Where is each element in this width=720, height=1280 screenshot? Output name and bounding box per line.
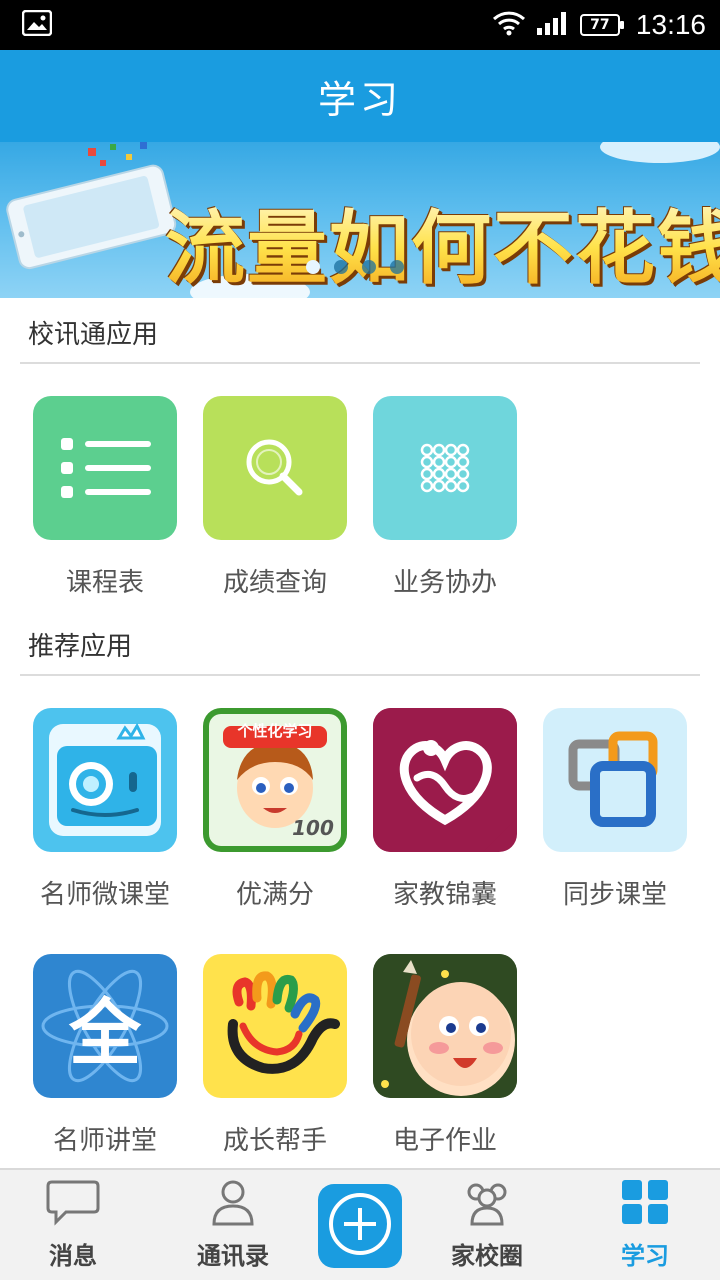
heart-logo-icon (373, 708, 517, 852)
tab-contacts[interactable]: 通讯录 (168, 1178, 298, 1278)
chat-bubble-icon (46, 1178, 100, 1230)
banner-dot[interactable] (306, 260, 320, 274)
promo-banner[interactable]: 流量如何不花钱 (0, 142, 720, 298)
app-label: 家教锦囊 (392, 880, 497, 910)
plus-circle-icon (327, 1191, 393, 1261)
app-famous-teacher-lecture[interactable]: 全 名师讲堂 (20, 954, 190, 1157)
app-label: 优满分 (235, 880, 314, 910)
four-squares-icon (618, 1178, 672, 1230)
app-sync-classroom[interactable]: 同步课堂 (530, 708, 700, 911)
app-label: 业务协办 (392, 568, 497, 598)
group-people-icon (460, 1178, 514, 1230)
app-badge-number: 100 (292, 816, 334, 840)
app-famous-teacher-micro-class[interactable]: 名师微课堂 (20, 708, 190, 911)
tab-messages[interactable]: 消息 (8, 1178, 138, 1278)
overlapping-squares-icon (543, 708, 687, 852)
banner-dot[interactable] (390, 260, 404, 274)
app-schedule[interactable]: 课程表 (20, 396, 190, 599)
app-badge-text: 个性化学习 (237, 721, 313, 740)
banner-pagination (306, 260, 404, 274)
app-label: 成长帮手 (222, 1126, 327, 1156)
status-time: 13:16 (635, 9, 706, 40)
magnifier-icon (203, 396, 347, 540)
contact-person-icon (206, 1178, 260, 1230)
tab-label: 学习 (621, 1242, 669, 1270)
grid-dots-icon (373, 396, 517, 540)
app-label: 成绩查询 (222, 568, 327, 598)
banner-dot[interactable] (362, 260, 376, 274)
baby-pencil-icon (373, 954, 517, 1098)
tab-home-school-circle[interactable]: 家校圈 (422, 1178, 552, 1278)
app-label: 同步课堂 (562, 880, 667, 910)
status-bar: 77 13:16 (0, 0, 720, 50)
bottom-tab-bar: 消息 通讯录 家校圈 学习 (0, 1168, 720, 1280)
app-label: 名师微课堂 (39, 880, 170, 910)
app-grade-query[interactable]: 成绩查询 (190, 396, 360, 599)
page-title: 学习 (0, 50, 720, 142)
section-header-xiaoxuntong: 校讯通应用 (20, 302, 700, 364)
wifi-icon (492, 10, 526, 40)
tab-label: 通讯录 (197, 1242, 269, 1270)
app-label: 电子作业 (392, 1126, 497, 1156)
boy-cartoon-icon: 个性化学习 100 (203, 708, 347, 852)
battery-icon: 77 (579, 14, 624, 36)
app-label: 课程表 (65, 568, 144, 598)
app-business-assist[interactable]: 业务协办 (360, 396, 530, 599)
colorful-hand-icon (203, 954, 347, 1098)
app-tutoring-tips[interactable]: 家教锦囊 (360, 708, 530, 911)
app-you-man-fen[interactable]: 个性化学习 100 优满分 (190, 708, 360, 911)
app-e-homework[interactable]: 电子作业 (360, 954, 530, 1157)
tab-label: 家校圈 (451, 1242, 523, 1270)
tab-study[interactable]: 学习 (580, 1178, 710, 1278)
add-button[interactable] (318, 1184, 402, 1268)
list-icon (33, 396, 177, 540)
image-notification-icon (21, 9, 53, 40)
app-badge-text: 全 (68, 990, 141, 1075)
quan-logo-icon: 全 (33, 954, 177, 1098)
app-growth-helper[interactable]: 成长帮手 (190, 954, 360, 1157)
banner-headline: 流量如何不花钱 (165, 184, 720, 298)
app-label: 名师讲堂 (52, 1126, 157, 1156)
tab-label: 消息 (49, 1242, 97, 1270)
camera-mascot-icon (33, 708, 177, 852)
banner-dot[interactable] (334, 260, 348, 274)
signal-icon (536, 10, 570, 40)
section-header-recommended: 推荐应用 (20, 614, 700, 676)
